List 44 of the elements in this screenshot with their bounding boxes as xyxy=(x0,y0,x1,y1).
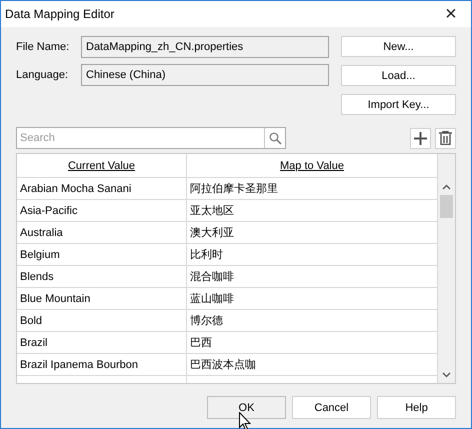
field-label: File Name: xyxy=(16,41,70,53)
delete-button[interactable] xyxy=(435,128,456,148)
table-cell: 阿拉伯摩卡圣那里 xyxy=(187,178,438,200)
scroll-up-icon[interactable] xyxy=(442,184,451,190)
table-cell: Australia xyxy=(17,222,187,244)
table-cell: Belgium xyxy=(17,244,187,266)
dialog-button[interactable]: Cancel xyxy=(292,396,371,419)
table-cell: 巴西波本点咖 xyxy=(187,354,438,376)
text-field[interactable]: Chinese (China) xyxy=(81,64,329,86)
add-button[interactable] xyxy=(410,128,431,148)
scrollbar[interactable] xyxy=(438,154,455,383)
field-label: Language: xyxy=(16,69,69,81)
side-button[interactable]: New... xyxy=(341,36,456,57)
table-cell: Arabian Mocha Sanani xyxy=(17,178,187,200)
close-button[interactable]: × xyxy=(431,1,471,27)
column-header[interactable]: Current Value xyxy=(17,154,187,178)
side-button[interactable]: Import Key... xyxy=(341,94,456,115)
table-cell: Brazil xyxy=(17,332,187,354)
table-cell: Brazil Ipanema Bourbon xyxy=(17,354,187,376)
table-cell: Blends xyxy=(17,266,187,288)
column-header[interactable]: Map to Value xyxy=(187,154,438,178)
table-cell: Blue Mountain xyxy=(17,288,187,310)
trash-icon xyxy=(439,131,452,145)
search-input[interactable]: Search xyxy=(17,128,264,148)
search-icon[interactable] xyxy=(268,132,282,144)
window-title: Data Mapping Editor xyxy=(5,7,114,21)
cursor-icon xyxy=(239,412,251,429)
dialog-button[interactable]: Help xyxy=(377,396,456,419)
table-cell: 混合咖啡 xyxy=(187,266,438,288)
table-cell: 亚太地区 xyxy=(187,200,438,222)
scroll-down-icon[interactable] xyxy=(442,372,451,378)
table-cell: 比利时 xyxy=(187,244,438,266)
side-button[interactable]: Load... xyxy=(341,65,456,86)
table-cell: 巴西 xyxy=(187,332,438,354)
search-field[interactable]: Search xyxy=(16,127,286,149)
dialog-button[interactable]: OK xyxy=(207,396,286,419)
table-cell: Bold xyxy=(17,310,187,332)
table-cell: 澳大利亚 xyxy=(187,222,438,244)
table-cell: 蓝山咖啡 xyxy=(187,288,438,310)
text-field[interactable]: DataMapping_zh_CN.properties xyxy=(81,36,329,58)
plus-icon xyxy=(414,132,427,144)
scroll-thumb[interactable] xyxy=(440,195,453,218)
table-cell: 博尔德 xyxy=(187,310,438,332)
table-cell: Asia-Pacific xyxy=(17,200,187,222)
